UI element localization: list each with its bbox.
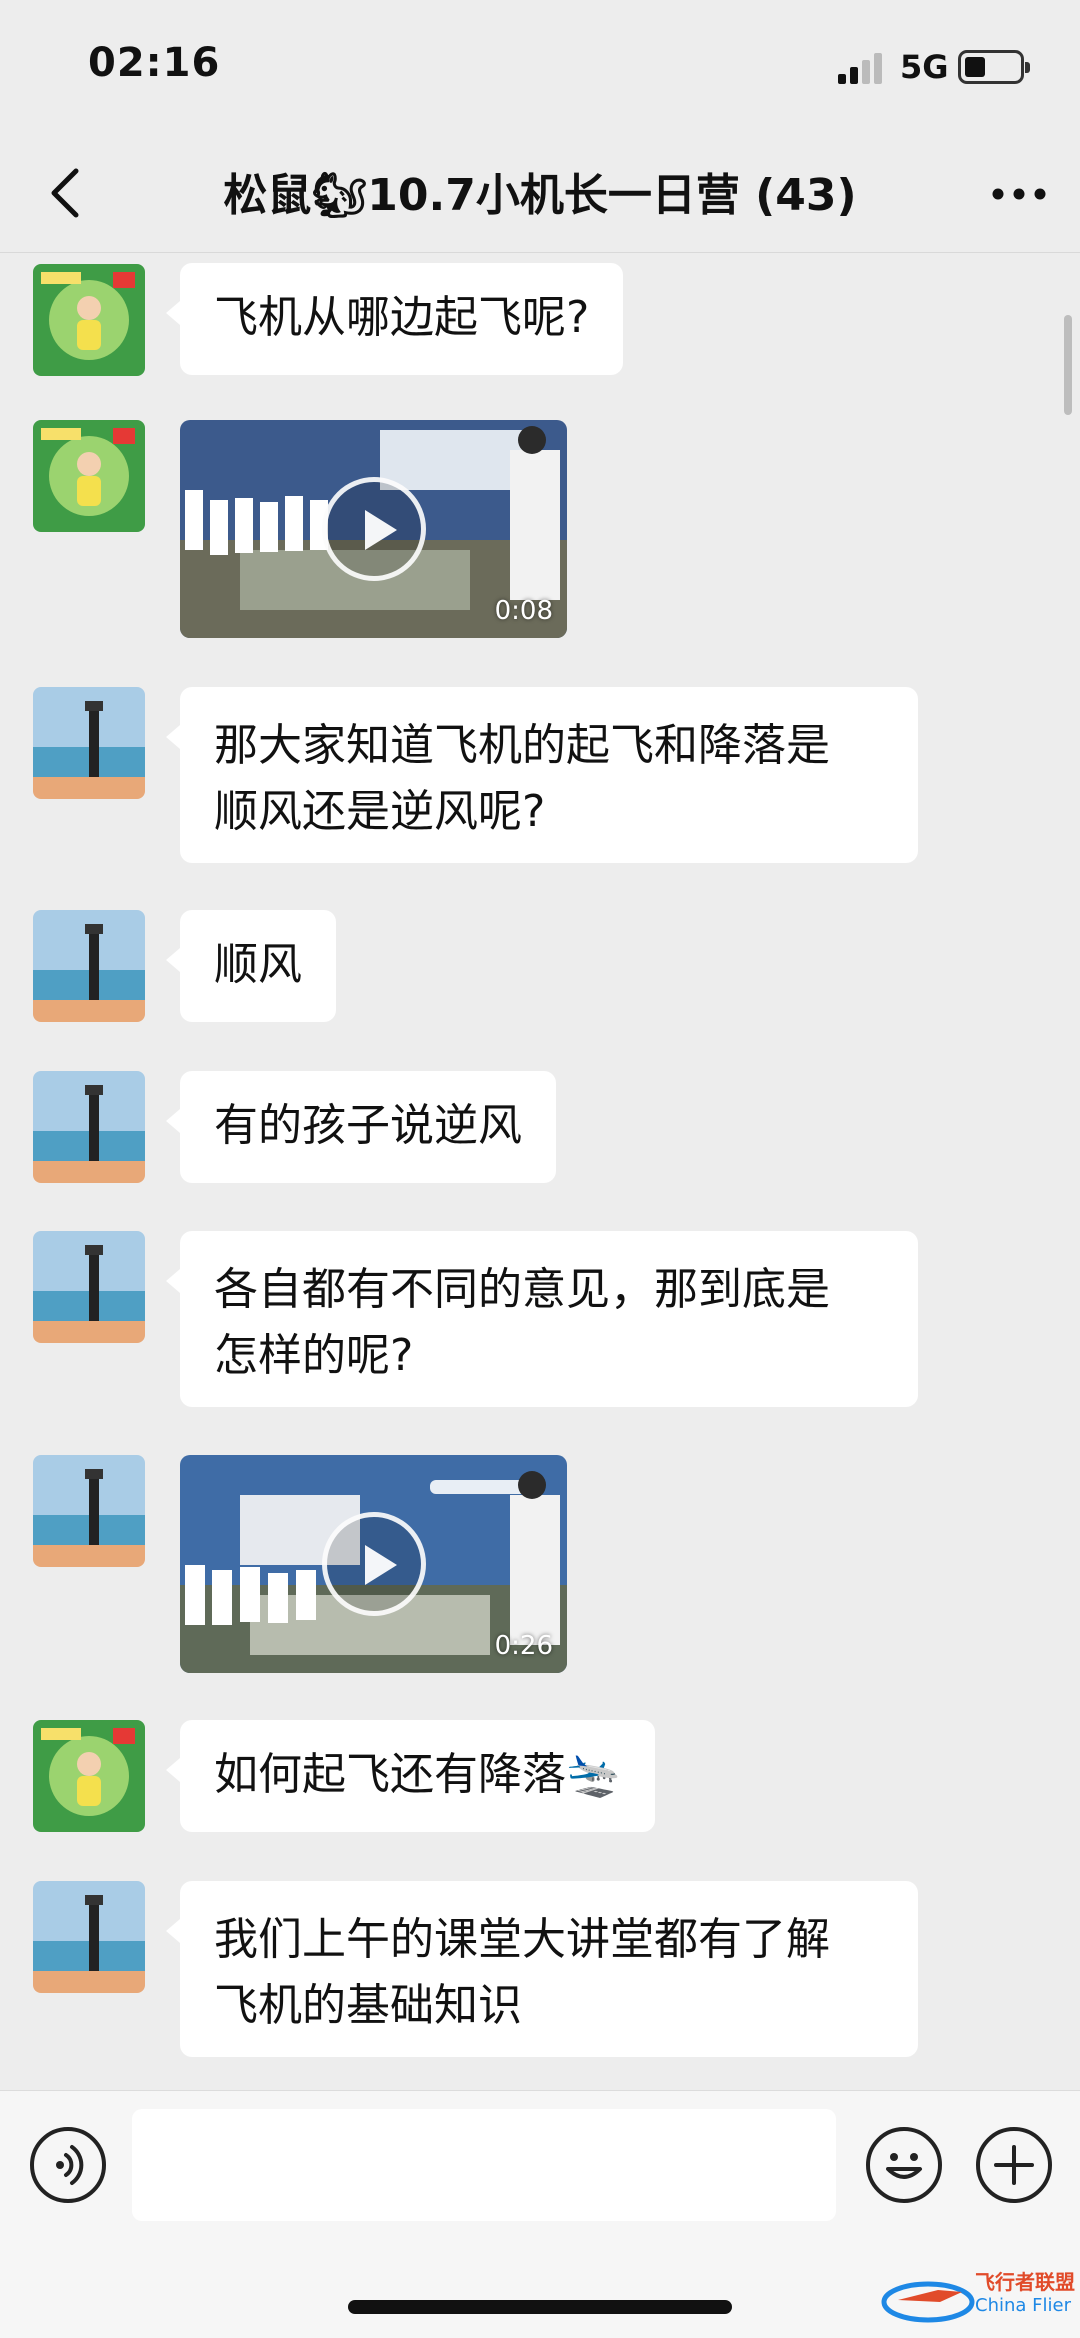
chat-title: 松鼠🐿10.7小机长一日营 (43) (223, 170, 857, 221)
chevron-left-icon (51, 168, 79, 218)
more-functions-button[interactable] (976, 2127, 1052, 2203)
avatar[interactable] (33, 687, 145, 799)
message-bubble[interactable]: 顺风 (166, 910, 336, 1022)
network-type: 5G (900, 48, 949, 86)
message-bubble[interactable]: 如何起飞还有降落🛬 (166, 1720, 655, 1832)
message-line: 顺风还是逆风呢? (214, 786, 546, 837)
message-line: 各自都有不同的意见，那到底是 (214, 1264, 830, 1315)
home-indicator[interactable] (348, 2300, 732, 2314)
avatar[interactable] (33, 1071, 145, 1183)
message-bubble[interactable]: 各自都有不同的意见，那到底是 怎样的呢? (166, 1231, 918, 1407)
video-message[interactable]: 0:26 (180, 1455, 567, 1673)
status-time: 02:16 (88, 40, 221, 86)
video-message[interactable]: 0:08 (180, 420, 567, 638)
avatar[interactable] (33, 1455, 145, 1567)
ellipsis-icon (992, 188, 1046, 200)
video-duration: 0:08 (494, 596, 553, 626)
scrollbar[interactable] (1064, 315, 1072, 415)
avatar[interactable] (33, 1231, 145, 1343)
voice-input-button[interactable] (30, 2127, 106, 2203)
message-bubble[interactable]: 那大家知道飞机的起飞和降落是 顺风还是逆风呢? (166, 687, 918, 863)
video-duration: 0:26 (494, 1631, 553, 1661)
avatar[interactable] (33, 1720, 145, 1832)
chat-header: 松鼠🐿10.7小机长一日营 (43) (0, 140, 1080, 253)
message-input[interactable] (132, 2109, 836, 2221)
message-line: 飞机的基础知识 (214, 1980, 522, 2031)
play-icon (321, 1512, 426, 1616)
message-list[interactable]: 飞机从哪边起飞呢? 0:08 那大家知道飞机的起飞和降落是 顺风还是逆风呢? 顺… (0, 253, 1080, 2088)
avatar[interactable] (33, 264, 145, 376)
status-bar: 02:16 5G (0, 0, 1080, 140)
watermark-title: 飞行者联盟 (975, 2270, 1075, 2294)
message-line: 那大家知道飞机的起飞和降落是 (214, 720, 830, 771)
message-bubble[interactable]: 我们上午的课堂大讲堂都有了解 飞机的基础知识 (166, 1881, 918, 2057)
avatar[interactable] (33, 420, 145, 532)
avatar[interactable] (33, 910, 145, 1022)
emoji-button[interactable] (866, 2127, 942, 2203)
battery-icon (958, 50, 1030, 84)
plus-icon (994, 2145, 1034, 2185)
more-options-button[interactable] (984, 164, 1054, 224)
watermark-text: 飞行者联盟 China Flier (975, 2270, 1080, 2318)
voice-icon (56, 2145, 84, 2185)
watermark-subtitle: China Flier (975, 2295, 1071, 2316)
message-bubble[interactable]: 有的孩子说逆风 (166, 1071, 556, 1183)
back-button[interactable] (30, 158, 100, 228)
smiley-icon (886, 2153, 922, 2179)
avatar[interactable] (33, 1881, 145, 1993)
message-line: 怎样的呢? (214, 1330, 414, 1381)
message-line: 我们上午的课堂大讲堂都有了解 (214, 1914, 830, 1965)
message-bubble[interactable]: 飞机从哪边起飞呢? (165, 263, 624, 375)
signal-strength-icon (838, 53, 882, 84)
play-icon (321, 477, 426, 581)
